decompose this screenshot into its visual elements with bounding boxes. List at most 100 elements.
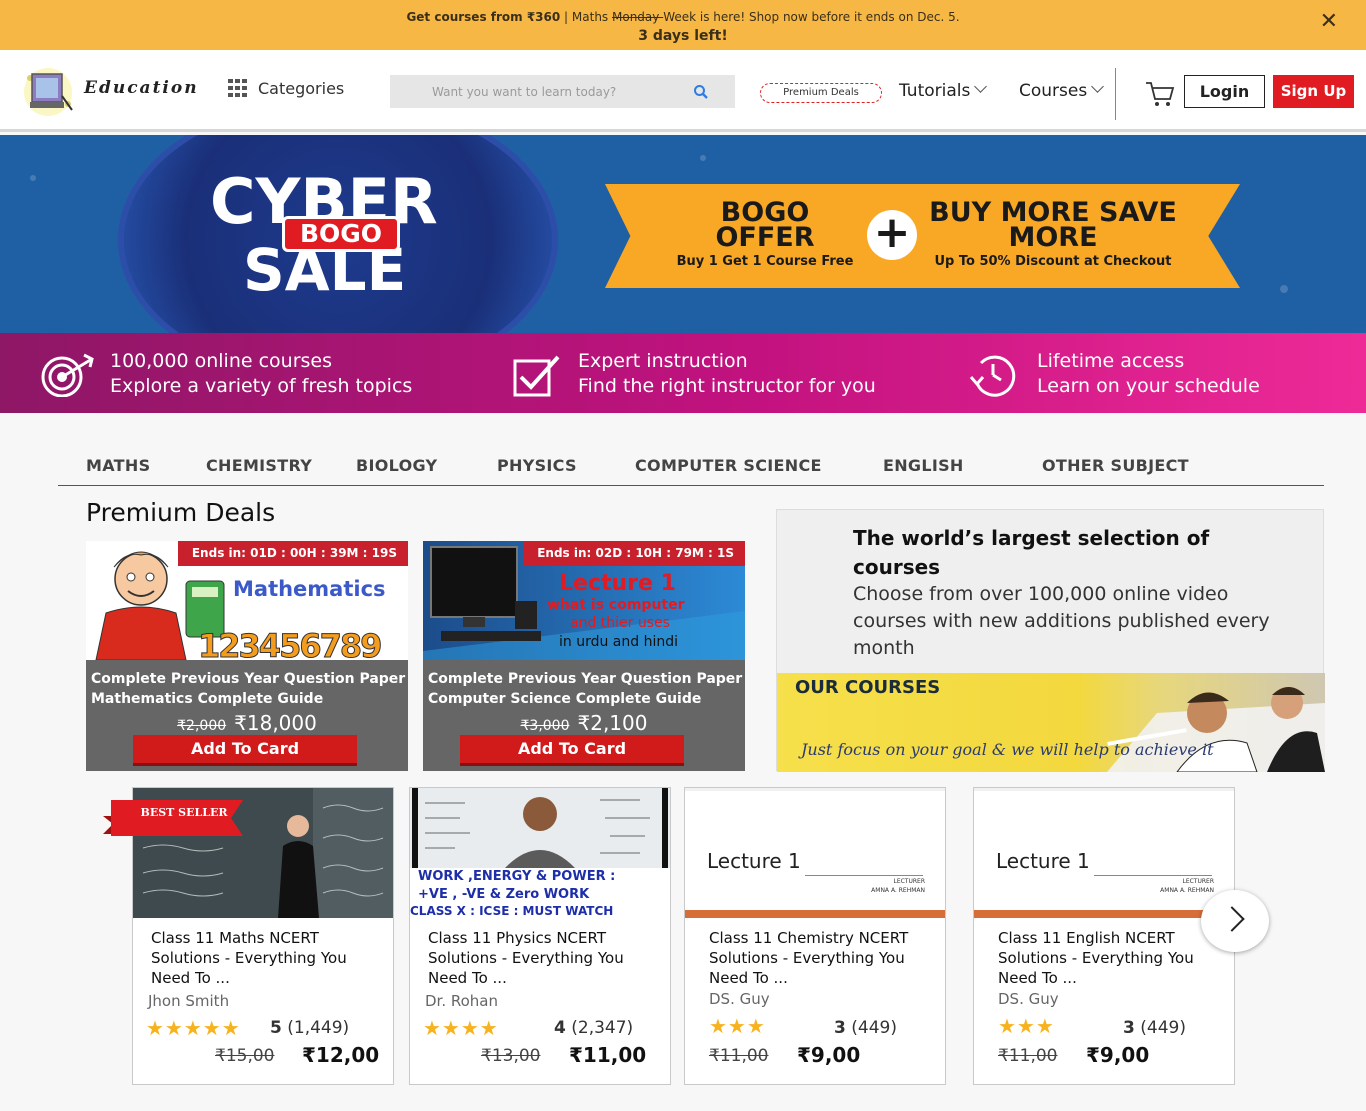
- tutorials-label: Tutorials: [899, 81, 971, 101]
- close-icon[interactable]: ✕: [1320, 9, 1338, 34]
- deal-price: ₹3,000 ₹2,100: [423, 711, 745, 735]
- tutorials-menu[interactable]: Tutorials: [899, 80, 988, 101]
- tab-maths[interactable]: MATHS: [86, 456, 150, 475]
- course-author: Dr. Rohan: [425, 992, 499, 1010]
- info-body: Choose from over 100,000 online video co…: [853, 583, 1270, 659]
- logo-text[interactable]: Education: [84, 78, 199, 98]
- slide-lecturer: LECTURER AMNA A. REHMAN: [1160, 877, 1214, 895]
- deal-image: Mathematics 123456789 Ends in: 01D : 00H…: [86, 541, 408, 660]
- countdown-badge: Ends in: 02D : 10H : 79M : 1S: [523, 541, 745, 566]
- promo-sep: | Maths: [560, 10, 612, 24]
- course-card-english[interactable]: Lecture 1 LECTURER AMNA A. REHMAN Class 1…: [973, 787, 1235, 1085]
- course-thumbnail: Lecture 1 LECTURER AMNA A. REHMAN: [685, 788, 945, 918]
- feature-instruction-sub: Find the right instructor for you: [578, 375, 876, 397]
- rating-value: 4 (2,347): [554, 1018, 633, 1038]
- logo-icon[interactable]: [20, 64, 76, 116]
- grid-icon: [228, 79, 247, 97]
- deal-title[interactable]: Complete Previous Year Question Paper Co…: [428, 669, 744, 709]
- slide-divider: [1094, 875, 1212, 876]
- new-price: ₹11,00: [569, 1043, 647, 1067]
- hero-banner[interactable]: [0, 135, 1366, 333]
- rating-count: (449): [851, 1018, 897, 1038]
- tab-computer-science[interactable]: COMPUTER SCIENCE: [635, 456, 822, 475]
- slide-bar: [685, 910, 945, 918]
- old-price: ₹13,00: [481, 1046, 541, 1066]
- rating-count: (2,347): [571, 1018, 634, 1038]
- rating-stars: ★★★★: [423, 1016, 499, 1040]
- rating-stars: ★★★★★: [146, 1016, 241, 1040]
- our-courses-title: OUR COURSES: [795, 677, 941, 698]
- rating-value: 3 (449): [1123, 1018, 1186, 1038]
- chevron-down-icon: [974, 80, 988, 93]
- deal-title[interactable]: Complete Previous Year Question Paper Ma…: [91, 669, 407, 709]
- new-price: ₹12,00: [302, 1043, 380, 1067]
- feature-lifetime-title: Lifetime access: [1037, 350, 1185, 372]
- info-panel: The world’s largest selection of courses…: [776, 509, 1325, 772]
- features-strip: 100,000 online courses Explore a variety…: [0, 333, 1366, 413]
- tab-chemistry[interactable]: CHEMISTRY: [206, 456, 312, 475]
- login-button[interactable]: Login: [1184, 75, 1265, 108]
- premium-deals-link[interactable]: Premium Deals: [760, 83, 882, 103]
- deal-image-title: Lecture 1: [559, 571, 676, 596]
- deal-image: full course Lecture 1 what is computer a…: [423, 541, 745, 660]
- promo-message: Get courses from ₹360 | Maths Monday Wee…: [0, 10, 1366, 24]
- search-icon[interactable]: [693, 84, 709, 100]
- tab-biology[interactable]: BIOLOGY: [356, 456, 437, 475]
- course-author: DS. Guy: [998, 990, 1059, 1008]
- site-header: Education Categories Premium Deals Tutor…: [0, 50, 1366, 132]
- add-to-cart-button[interactable]: Add To Card: [133, 735, 357, 766]
- add-to-cart-button[interactable]: Add To Card: [460, 735, 684, 766]
- clock-icon: [969, 355, 1016, 397]
- our-courses-tagline: Just focus on your goal & we will help t…: [801, 740, 1214, 759]
- chevron-right-icon: [1219, 906, 1245, 932]
- promo-lead: Get courses from ₹360: [406, 10, 561, 24]
- course-author: DS. Guy: [709, 990, 770, 1008]
- best-seller-label: BEST SELLER: [140, 806, 228, 819]
- deal-card-maths[interactable]: Mathematics 123456789 Ends in: 01D : 00H…: [86, 541, 408, 771]
- rating-score: 3: [1123, 1018, 1135, 1038]
- course-title[interactable]: Class 11 Physics NCERT Solutions - Every…: [428, 928, 660, 988]
- rating-score: 3: [834, 1018, 846, 1038]
- slide-name: AMNA A. REHMAN: [871, 887, 925, 894]
- our-courses-banner[interactable]: OUR COURSES Just focus on your goal & we…: [777, 673, 1325, 772]
- course-card-maths[interactable]: BEST SELLER Class 11 Maths NCERT Solutio…: [103, 787, 394, 1085]
- rating-count: (449): [1140, 1018, 1186, 1038]
- carousel-next-button[interactable]: [1201, 890, 1269, 952]
- cart-icon[interactable]: [1145, 81, 1175, 107]
- thumb-line2: +VE , -VE & Zero WORK: [418, 887, 590, 902]
- new-price: ₹9,00: [1086, 1043, 1150, 1067]
- tab-english[interactable]: ENGLISH: [883, 456, 964, 475]
- feature-lifetime-sub: Learn on your schedule: [1037, 375, 1260, 397]
- rating-count: (1,449): [287, 1018, 350, 1038]
- deal-image-title: Mathematics: [233, 577, 386, 601]
- slide-lecturer: LECTURER AMNA A. REHMAN: [871, 877, 925, 895]
- deal-new-price: ₹2,100: [577, 711, 648, 735]
- signup-button[interactable]: Sign Up: [1273, 75, 1354, 108]
- course-title[interactable]: Class 11 Chemistry NCERT Solutions - Eve…: [709, 928, 941, 988]
- categories-menu[interactable]: Categories: [228, 79, 344, 98]
- tab-other-subject[interactable]: OTHER SUBJECT: [1042, 456, 1189, 475]
- course-thumbnail: WORK ,ENERGY & POWER : +VE , -VE & Zero …: [410, 788, 670, 918]
- rating-value: 3 (449): [834, 1018, 897, 1038]
- deal-image-line4: in urdu and hindi: [559, 634, 679, 650]
- course-title[interactable]: Class 11 Maths NCERT Solutions - Everyth…: [151, 928, 383, 988]
- chevron-down-icon: [1091, 80, 1105, 93]
- deal-card-computer[interactable]: full course Lecture 1 what is computer a…: [423, 541, 745, 771]
- subject-tabs: MATHS CHEMISTRY BIOLOGY PHYSICS COMPUTER…: [58, 447, 1324, 486]
- header-divider: [1115, 68, 1116, 120]
- course-card-physics[interactable]: WORK ,ENERGY & POWER : +VE , -VE & Zero …: [409, 787, 671, 1085]
- feature-courses-title: 100,000 online courses: [110, 350, 333, 372]
- promo-struck: Monday: [612, 10, 664, 24]
- courses-menu[interactable]: Courses: [1019, 80, 1105, 101]
- target-icon: [41, 353, 94, 397]
- course-title[interactable]: Class 11 English NCERT Solutions - Every…: [998, 928, 1230, 988]
- feature-instruction-title: Expert instruction: [578, 350, 748, 372]
- course-card-chemistry[interactable]: Lecture 1 LECTURER AMNA A. REHMAN Class 1…: [684, 787, 946, 1085]
- search-input[interactable]: [390, 75, 690, 108]
- rating-stars: ★★★: [709, 1014, 766, 1038]
- deal-new-price: ₹18,000: [234, 711, 317, 735]
- info-heading: The world’s largest selection of courses: [853, 526, 1210, 579]
- promo-bar: Get courses from ₹360 | Maths Monday Wee…: [0, 0, 1366, 50]
- tab-physics[interactable]: PHYSICS: [497, 456, 577, 475]
- promo-rest: Week is here! Shop now before it ends on…: [663, 10, 960, 24]
